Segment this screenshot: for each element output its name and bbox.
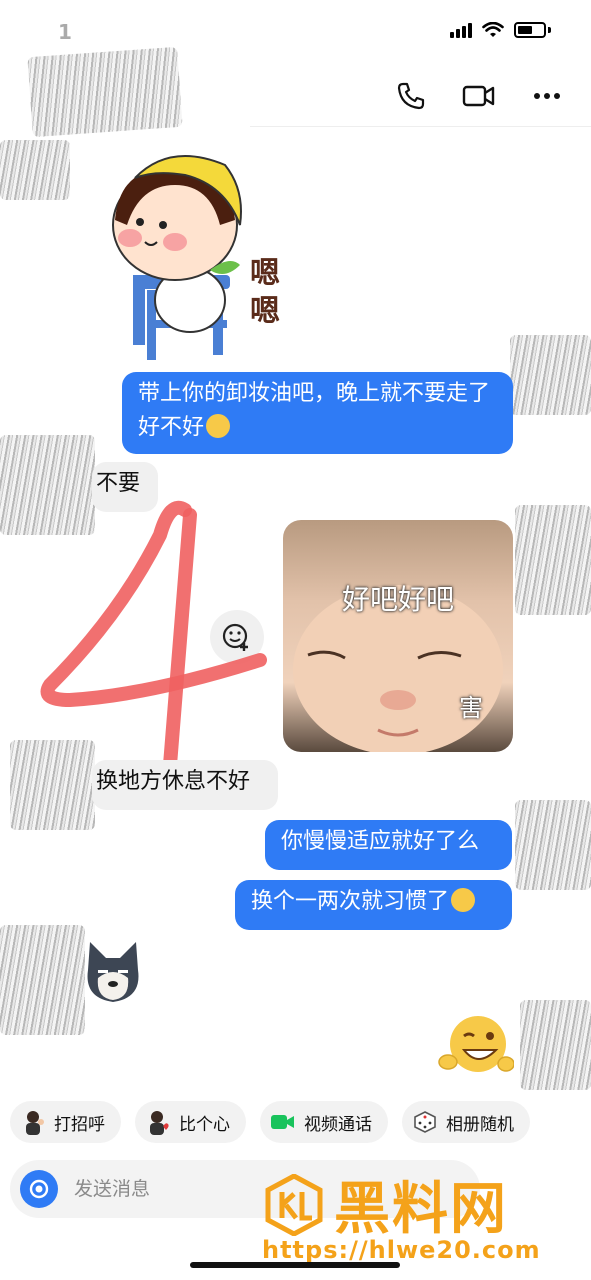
message-text: 换个一两次就习惯了	[251, 889, 450, 914]
quick-reply-bar: 打招呼 比个心 视频通话 相册随机	[10, 1101, 530, 1143]
scribble-mark	[510, 335, 591, 415]
quick-reply-wave[interactable]: 打招呼	[10, 1101, 121, 1143]
phone-icon	[397, 82, 425, 110]
phone-call-button[interactable]	[393, 78, 429, 114]
baby-sticker[interactable]: 好吧好吧 害	[283, 520, 513, 752]
message-bubble-sent[interactable]: 换个一两次就习惯了	[235, 880, 512, 930]
scribble-mark	[0, 140, 70, 200]
quick-reply-heart[interactable]: 比个心	[135, 1101, 246, 1143]
camera-button[interactable]	[20, 1170, 58, 1208]
quick-reply-video-call[interactable]: 视频通话	[260, 1101, 388, 1143]
drawn-number-four	[40, 500, 267, 772]
video-call-icon	[270, 1109, 296, 1135]
camera-icon	[29, 1179, 49, 1199]
more-icon	[534, 93, 560, 99]
heart-avatar-icon	[145, 1109, 171, 1135]
message-text: 带上你的卸妆油吧，晚上就不要走了好不好	[138, 381, 491, 440]
header-divider	[250, 126, 591, 127]
battery-tip	[548, 27, 551, 33]
grin-emoji-icon	[451, 888, 476, 912]
girl-sticker[interactable]: 嗯嗯	[105, 150, 305, 365]
girl-sticker-caption: 嗯嗯	[250, 256, 280, 329]
wifi-icon	[482, 22, 504, 37]
husky-sticker[interactable]	[80, 940, 146, 1004]
quick-reply-random-photo[interactable]: 相册随机	[402, 1101, 530, 1143]
baby-sticker-subcaption: 害	[459, 694, 483, 722]
quick-reply-label: 视频通话	[304, 1114, 372, 1135]
message-bubble-sent[interactable]: 带上你的卸妆油吧，晚上就不要走了好不好	[122, 372, 513, 454]
scribble-mark	[520, 1000, 591, 1090]
message-text: 换地方休息不好	[96, 769, 251, 794]
smirk-emoji-icon	[206, 414, 231, 438]
more-options-button[interactable]	[529, 78, 565, 114]
video-icon	[462, 85, 495, 107]
quick-reply-label: 打招呼	[54, 1114, 105, 1135]
battery-icon	[514, 22, 546, 38]
watermark-logo-icon	[265, 1173, 323, 1236]
cellular-signal-icon	[450, 22, 472, 38]
quick-reply-label: 比个心	[179, 1114, 230, 1135]
watermark-brand: 黑料网	[334, 1177, 508, 1242]
status-icons	[450, 22, 551, 38]
message-text: 你慢慢适应就好了么	[281, 829, 480, 854]
baby-sticker-caption: 好吧好吧	[341, 583, 454, 616]
wink-emoji-sticker[interactable]	[438, 1012, 514, 1078]
message-text: 不要	[96, 471, 141, 496]
scribble-mark	[27, 46, 183, 138]
message-bubble-sent[interactable]: 你慢慢适应就好了么	[265, 820, 512, 870]
scribble-mark	[0, 925, 85, 1035]
message-bubble-received[interactable]: 换地方休息不好	[92, 760, 278, 810]
girl-on-chair-illustration	[112, 155, 242, 360]
watermark: 黑料网	[264, 1164, 508, 1245]
watermark-url: https://hlwe20.com	[262, 1236, 541, 1264]
home-indicator	[190, 1262, 400, 1268]
scribble-mark	[515, 800, 591, 890]
video-call-button[interactable]	[461, 78, 497, 114]
wave-avatar-icon	[20, 1109, 46, 1135]
header-actions	[393, 78, 565, 114]
dice-icon	[412, 1109, 438, 1135]
scribble-mark	[515, 505, 591, 615]
quick-reply-label: 相册随机	[446, 1114, 514, 1135]
status-time: 1	[58, 20, 72, 44]
